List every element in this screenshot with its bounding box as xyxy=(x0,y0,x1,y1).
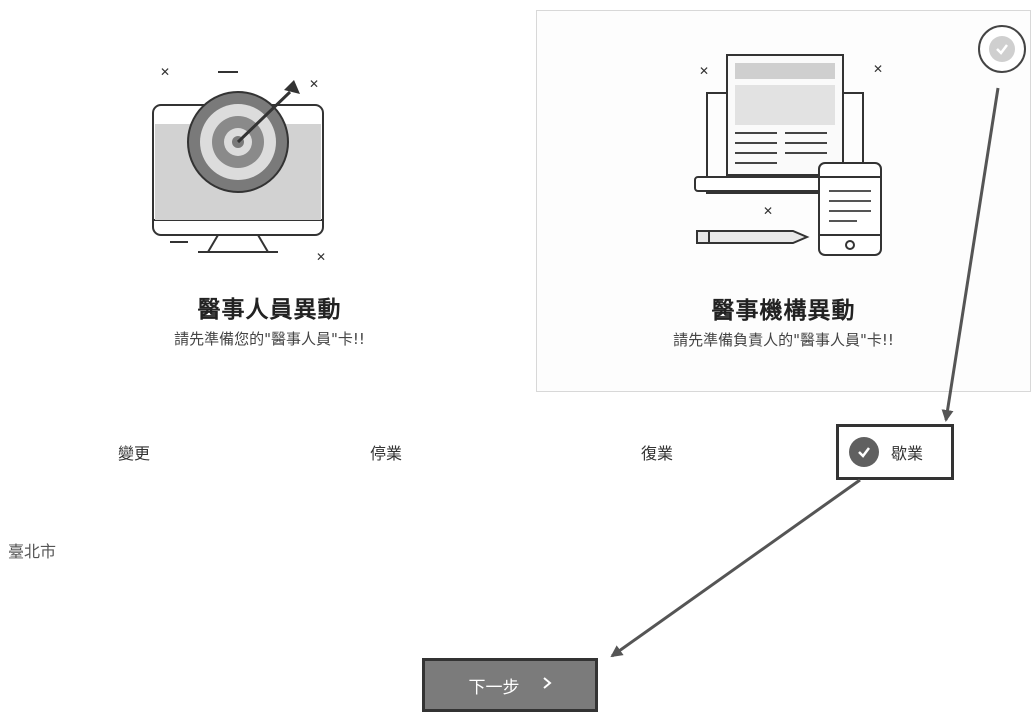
card-medical-personnel[interactable]: ✕ ✕ ✕ 醫事人員異動 請先準備您的"醫事人員"卡!! xyxy=(22,10,517,392)
card-subtitle: 請先準備負責人的"醫事人員"卡!! xyxy=(673,331,894,349)
option-close-business[interactable]: 歇業 xyxy=(836,424,954,480)
next-button-label: 下一步 xyxy=(468,677,520,698)
svg-text:✕: ✕ xyxy=(699,64,709,78)
svg-text:✕: ✕ xyxy=(763,204,773,218)
card-title: 醫事機構異動 xyxy=(711,298,856,324)
annotation-arrow xyxy=(610,478,861,658)
check-circle-icon xyxy=(849,437,879,467)
option-label: 歇業 xyxy=(891,444,924,463)
next-step-button[interactable]: 下一步 xyxy=(422,658,598,712)
svg-text:✕: ✕ xyxy=(316,250,326,264)
option-change[interactable]: 變更 xyxy=(118,440,150,464)
card-selected-check-icon xyxy=(978,25,1026,73)
city-label: 臺北市 xyxy=(8,542,57,561)
chevron-right-icon xyxy=(542,675,552,695)
svg-text:✕: ✕ xyxy=(160,65,170,79)
card-medical-institution[interactable]: ✕ ✕ ✕ 醫事機構異動 請先準備負責人的"醫事人員"卡!! xyxy=(536,10,1031,392)
card-subtitle: 請先準備您的"醫事人員"卡!! xyxy=(174,330,365,348)
target-monitor-icon: ✕ ✕ ✕ xyxy=(152,65,326,264)
svg-text:✕: ✕ xyxy=(309,77,319,91)
option-suspend[interactable]: 停業 xyxy=(370,440,402,464)
svg-text:✕: ✕ xyxy=(873,62,883,76)
option-resume[interactable]: 復業 xyxy=(641,440,673,464)
documents-devices-icon: ✕ ✕ ✕ xyxy=(694,54,883,256)
card-title: 醫事人員異動 xyxy=(197,297,342,323)
